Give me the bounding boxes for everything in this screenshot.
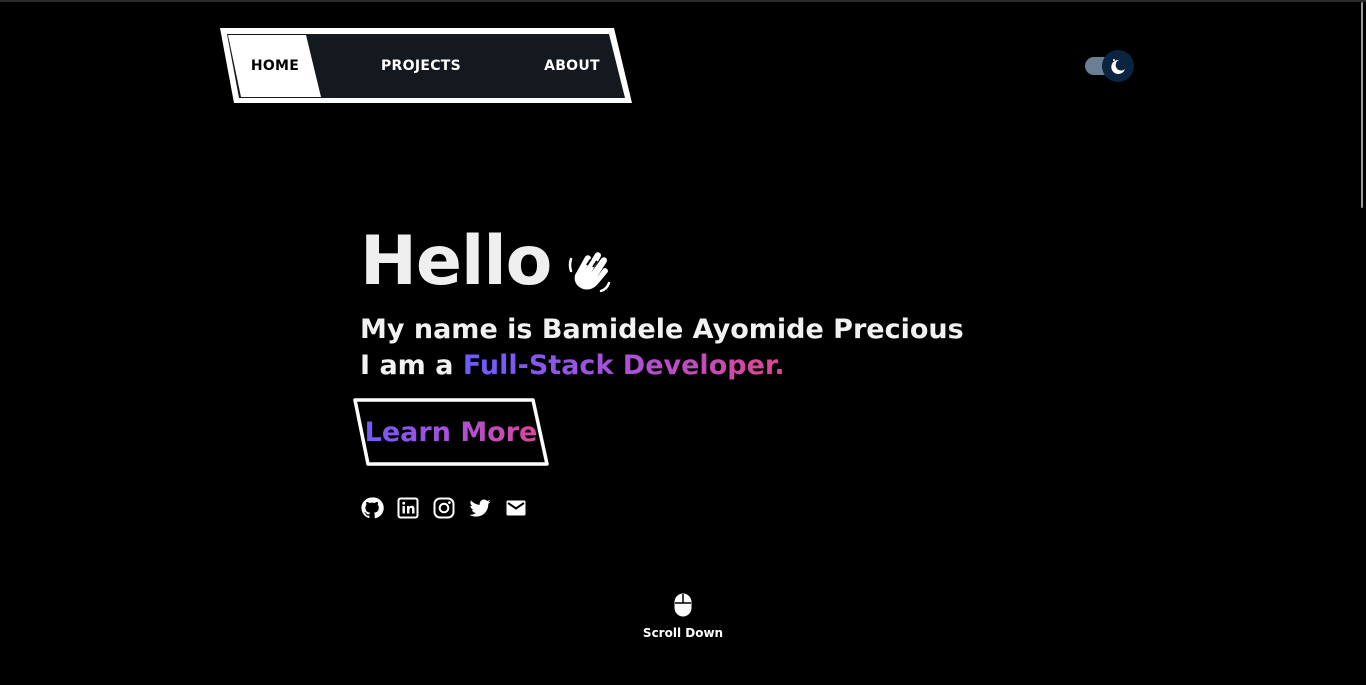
- linkedin-icon[interactable]: [396, 496, 420, 520]
- main-nav: HOME PROJECTS ABOUT: [220, 27, 634, 105]
- github-icon[interactable]: [360, 496, 384, 520]
- window-top-border: [0, 0, 1366, 2]
- theme-toggle-knob: [1102, 50, 1134, 82]
- hero-role-prefix: I am a: [360, 350, 463, 381]
- instagram-icon[interactable]: [432, 496, 456, 520]
- scroll-down-label: Scroll Down: [642, 626, 724, 640]
- nav-item-about[interactable]: ABOUT: [535, 27, 609, 105]
- learn-more-button[interactable]: Learn More: [352, 398, 550, 468]
- waving-hand-icon: [569, 252, 611, 293]
- moon-icon: [1111, 59, 1125, 74]
- page: HOME PROJECTS ABOUT Hello My name is Bam…: [0, 0, 1366, 685]
- nav-item-projects[interactable]: PROJECTS: [370, 27, 472, 105]
- learn-more-label: Learn More: [352, 398, 550, 468]
- mail-icon[interactable]: [504, 496, 528, 520]
- nav-item-home[interactable]: HOME: [240, 27, 310, 105]
- hero-role-line: I am a Full-Stack Developer.: [360, 348, 964, 384]
- mouse-icon: [674, 593, 692, 617]
- scroll-down[interactable]: Scroll Down: [633, 592, 733, 640]
- hero-intro: My name is Bamidele Ayomide Precious: [360, 314, 964, 345]
- twitter-icon[interactable]: [468, 496, 492, 520]
- theme-toggle[interactable]: [1085, 50, 1135, 82]
- hero-greeting: Hello: [360, 222, 552, 301]
- hero-section: Hello My name is Bamidele Ayomide Precio…: [360, 222, 964, 384]
- scrollbar[interactable]: [1361, 2, 1363, 208]
- hero-role: Full-Stack Developer.: [462, 350, 785, 381]
- social-links: [360, 496, 528, 520]
